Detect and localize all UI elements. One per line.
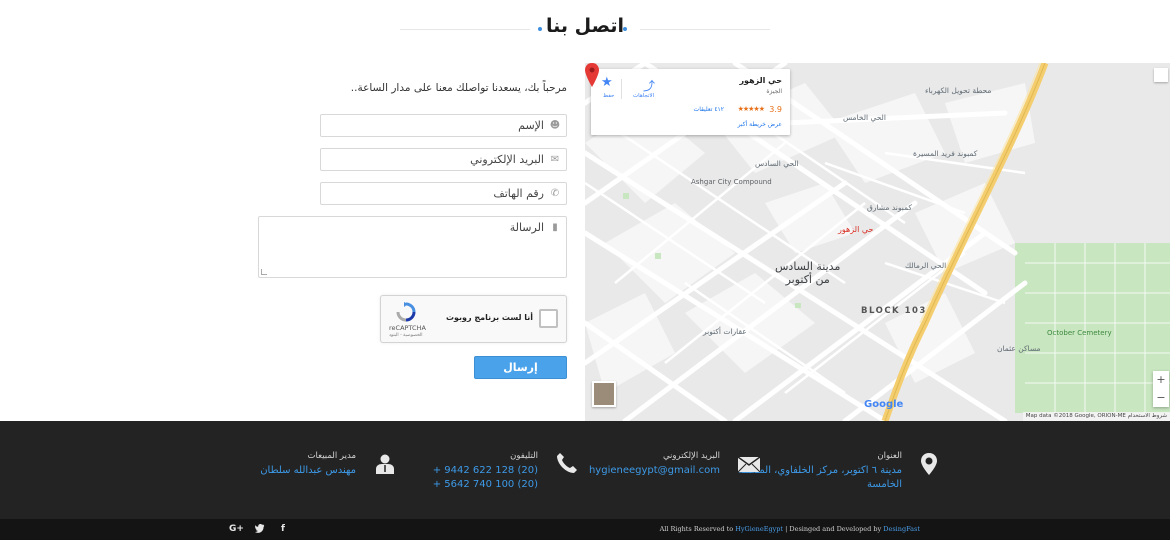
place-region: الجيزة: [766, 88, 782, 95]
map-label-zamalek: الحي الرمالك: [905, 261, 947, 270]
page-title: اتصل بنا: [546, 15, 624, 37]
map-label-sixth-district: الحي السادس: [755, 159, 799, 168]
recaptcha-logo-icon: [396, 302, 416, 322]
save-link[interactable]: حفظ: [603, 93, 614, 99]
map-attribution: Map data ©2018 Google, ORION-ME شروط الا…: [1022, 412, 1170, 421]
captcha-terms-link[interactable]: الخصوصية - البنود: [389, 333, 423, 338]
twitter-bird-icon: [254, 524, 265, 533]
directions-link[interactable]: الاتجاهات: [633, 93, 654, 99]
map-label-mashareq-compound: كمبوند مشارق: [867, 203, 912, 212]
larger-map-link[interactable]: عرض خريطة أكبر: [738, 121, 782, 128]
rating-stars-icon: ★★★★★: [737, 105, 765, 113]
city-line-2: من أكتوبر: [785, 273, 830, 286]
map-label-othman-housing: مساكن عثمان: [997, 344, 1041, 353]
city-line-1: مدينة السادس: [775, 260, 841, 273]
google-logo: Google: [864, 399, 903, 410]
envelope-icon: ✉: [550, 154, 560, 165]
envelope-icon: [738, 457, 760, 472]
email-field[interactable]: ✉ البريد الإلكتروني: [320, 148, 567, 171]
phone-icon: [557, 453, 577, 473]
address-label: العنوان: [877, 451, 902, 461]
recaptcha-widget: أنا لست برنامج روبوت reCAPTCHA الخصوصية …: [380, 295, 567, 343]
developer-link[interactable]: DesingFast: [883, 525, 920, 533]
email-link[interactable]: hygieneegypt@gmail.com: [560, 464, 720, 478]
message-field[interactable]: ▮ الرسالة: [258, 216, 567, 278]
zoom-out-button[interactable]: −: [1153, 389, 1169, 407]
copyright-text: All Rights Reserved to HyGieneEgypt | De…: [660, 525, 920, 533]
map-pin-icon[interactable]: [585, 63, 599, 87]
map-label-ashgar-compound: Ashgar City Compound: [691, 178, 772, 186]
zoom-controls: + −: [1153, 371, 1169, 407]
directions-icon[interactable]: ⤴: [641, 77, 657, 93]
card-separator: [621, 79, 622, 99]
map-label-substation: محطة تحويل الكهرباء: [925, 86, 992, 95]
map-label-fifth-district: الحي الخامس: [843, 113, 886, 122]
map-label-block: BLOCK 103: [861, 306, 927, 316]
submit-button[interactable]: إرسال: [474, 356, 567, 379]
name-field[interactable]: ☻ الإسم: [320, 114, 567, 137]
phone-field[interactable]: ✆ رقم الهاتف: [320, 182, 567, 205]
resize-handle[interactable]: [261, 269, 267, 275]
comment-icon: ▮: [552, 222, 558, 233]
manager-label: مدير المبيعات: [307, 451, 356, 461]
phone-label: التليفون: [510, 451, 538, 461]
map-label-city: مدينة السادس من أكتوبر: [775, 260, 840, 286]
fullscreen-icon[interactable]: [1154, 68, 1168, 82]
footer-phone: التليفون + 9442 622 128 (20) + 5642 740 …: [418, 451, 538, 492]
footer: العنوان مدينة ٦ اكتوبر، مركز الخلفاوي، ا…: [0, 421, 1170, 519]
captcha-checkbox[interactable]: [539, 309, 558, 328]
address-value: مدينة ٦ اكتوبر، مركز الخلفاوي، المنطقة ا…: [737, 465, 902, 490]
copyright-mid: | Desinged and Developed by: [785, 525, 882, 533]
zoom-in-button[interactable]: +: [1153, 371, 1169, 389]
phone-number-1[interactable]: + 9442 622 128 (20): [418, 464, 538, 478]
twitter-icon[interactable]: [254, 524, 265, 536]
message-placeholder: الرسالة: [509, 221, 544, 234]
phone-icon: ✆: [550, 188, 560, 199]
place-rating: 3.9: [769, 105, 782, 114]
title-divider-right: [640, 29, 770, 30]
embedded-map[interactable]: حي الزهور الجيزة 3.9 ★★★★★ ٤١٢ تعليقات ع…: [585, 63, 1170, 421]
place-info-card: حي الزهور الجيزة 3.9 ★★★★★ ٤١٢ تعليقات ع…: [591, 69, 790, 135]
bottom-bar: All Rights Reserved to HyGieneEgypt | De…: [0, 519, 1170, 540]
name-placeholder: الإسم: [518, 119, 544, 132]
footer-email: البريد الإلكتروني hygieneegypt@gmail.com: [560, 451, 720, 478]
location-pin-icon: [921, 453, 937, 475]
title-divider-left: [400, 29, 530, 30]
phone-number-2[interactable]: + 5642 740 100 (20): [418, 478, 538, 492]
place-name: حي الزهور: [739, 76, 782, 85]
manager-name: مهندس عبدالله سلطان: [260, 465, 356, 476]
map-label-october-realestate: عقارات أكتوبر: [703, 327, 747, 336]
email-placeholder: البريد الإلكتروني: [470, 153, 544, 166]
user-icon: ☻: [549, 120, 561, 131]
star-icon[interactable]: ★: [601, 75, 613, 90]
map-label-farid-compound: كمبوند فريد المسيرة: [913, 149, 978, 158]
google-logo-text: Google: [864, 399, 904, 410]
google-plus-icon[interactable]: G+: [229, 524, 244, 534]
footer-address: العنوان مدينة ٦ اكتوبر، مركز الخلفاوي، ا…: [702, 451, 902, 492]
phone-placeholder: رقم الهاتف: [493, 187, 544, 200]
footer-manager: مدير المبيعات مهندس عبدالله سلطان: [236, 451, 356, 478]
pin-label: حي الزهور: [838, 225, 874, 234]
satellite-thumbnail[interactable]: [592, 381, 616, 407]
email-label: البريد الإلكتروني: [662, 451, 720, 461]
captcha-brand: reCAPTCHA: [389, 324, 426, 332]
captcha-label: أنا لست برنامج روبوت: [445, 313, 533, 322]
map-label-cemetery: October Cemetery: [1047, 329, 1112, 337]
title-dot-right: [623, 27, 627, 31]
form-intro: مرحباً بك، يسعدنا تواصلك معنا على مدار ا…: [350, 82, 567, 94]
reviews-link[interactable]: ٤١٢ تعليقات: [694, 106, 724, 113]
facebook-icon[interactable]: f: [281, 524, 285, 534]
brand-link[interactable]: HyGieneEgypt: [735, 525, 783, 533]
user-icon: [376, 454, 394, 474]
copyright-prefix: All Rights Reserved to: [659, 525, 734, 533]
